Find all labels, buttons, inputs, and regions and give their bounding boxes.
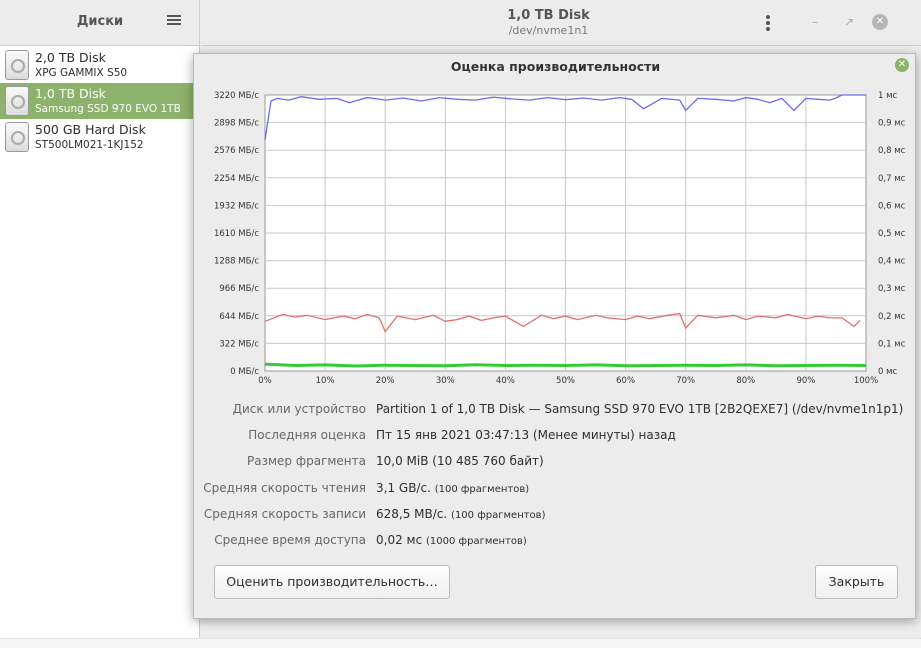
y-tick-label-left: 322 МБ/с [219, 339, 259, 349]
y-tick-label-right: 0,9 мс [878, 119, 906, 129]
info-label: Диск или устройство [232, 402, 366, 416]
minimize-button[interactable]: – [807, 14, 823, 30]
start-benchmark-button[interactable]: Оценить производительность… [214, 565, 450, 599]
info-label: Средняя скорость чтения [203, 481, 366, 495]
x-tick-label: 60% [616, 376, 635, 386]
window-close-button[interactable]: ✕ [872, 14, 888, 30]
sample-size-value: 10,0 MiB (10 485 760 байт) [376, 454, 544, 468]
hard-disk-icon [5, 50, 29, 80]
sidebar-header: Диски [0, 0, 199, 46]
disk-title: 1,0 TB Disk [507, 8, 590, 23]
info-label: Размер фрагмента [247, 454, 366, 468]
x-tick-label: 100% [854, 376, 878, 386]
y-tick-label-right: 0,4 мс [878, 257, 906, 267]
disk-item-selected[interactable]: 1,0 TB Disk Samsung SSD 970 EVO 1TB [0, 83, 200, 119]
y-tick-label-right: 0,5 мс [878, 229, 906, 239]
access-time-value: 0,02 мс [376, 533, 423, 547]
info-value: 3,1 GB/с. (100 фрагментов) [376, 481, 529, 495]
write-rate-samples: (100 фрагментов) [451, 510, 546, 521]
disk-name: 2,0 TB Disk [35, 50, 106, 65]
y-tick-label-right: 0,1 мс [878, 339, 906, 349]
y-tick-label-left: 966 МБ/с [219, 284, 259, 294]
y-tick-label-left: 0 МБ/с [230, 367, 259, 377]
device-path: /dev/nvme1n1 [508, 24, 589, 37]
disk-name: 500 GB Hard Disk [35, 122, 146, 137]
disk-model: ST500LM021-1KJ152 [35, 139, 144, 151]
y-tick-label-right: 0 мс [878, 367, 898, 377]
dialog-title: Оценка производительности [450, 59, 661, 74]
dialog-close-icon[interactable]: ✕ [895, 58, 909, 72]
x-tick-label: 30% [436, 376, 455, 386]
x-tick-label: 0% [258, 376, 272, 386]
x-tick-label: 90% [796, 376, 815, 386]
read-rate-value: 3,1 GB/с. [376, 481, 431, 495]
main-header: 1,0 TB Disk /dev/nvme1n1 – ↗ ✕ [201, 0, 921, 46]
maximize-button[interactable]: ↗ [841, 14, 857, 30]
y-tick-label-right: 0,7 мс [878, 174, 906, 184]
y-tick-label-right: 0,8 мс [878, 146, 906, 156]
y-tick-label-right: 1 мс [878, 91, 898, 101]
y-tick-label-left: 644 МБ/с [219, 312, 259, 322]
device-value: Partition 1 of 1,0 TB Disk — Samsung SSD… [376, 402, 904, 416]
bottom-strip [0, 638, 921, 648]
y-tick-label-right: 0,2 мс [878, 312, 906, 322]
sidebar: Диски 2,0 TB Disk XPG GAMMIX S50 1,0 TB … [0, 0, 200, 648]
y-tick-label-left: 1610 МБ/с [214, 229, 259, 239]
close-button[interactable]: Закрыть [815, 565, 898, 599]
info-label: Средняя скорость записи [203, 507, 366, 521]
benchmark-chart: 3220 МБ/с 2898 МБ/с 2576 МБ/с 2254 МБ/с 1932… [214, 91, 906, 386]
x-tick-label: 40% [496, 376, 515, 386]
info-value: 628,5 MB/с. (100 фрагментов) [376, 507, 545, 521]
disk-model: Samsung SSD 970 EVO 1TB [35, 103, 181, 115]
read-rate-samples: (100 фрагментов) [434, 484, 530, 495]
info-value: Partition 1 of 1,0 TB Disk — Samsung SSD… [376, 402, 903, 416]
y-tick-label-right: 0,3 мс [878, 284, 906, 294]
y-tick-label-left: 2254 МБ/с [214, 174, 259, 184]
x-tick-label: 80% [736, 376, 755, 386]
hard-disk-icon [5, 122, 29, 152]
info-value: Пт 15 янв 2021 03:47:13 (Менее минуты) н… [376, 428, 676, 442]
info-label: Среднее время доступа [214, 533, 366, 547]
disk-model: XPG GAMMIX S50 [35, 67, 128, 79]
disk-item[interactable]: 2,0 TB Disk XPG GAMMIX S50 [0, 47, 200, 83]
write-rate-value: 628,5 MB/с. [376, 507, 448, 521]
x-tick-label: 20% [376, 376, 395, 386]
y-tick-label-left: 3220 МБ/с [214, 91, 259, 101]
more-options-icon[interactable] [766, 14, 772, 32]
y-tick-label-left: 1932 МБ/с [214, 201, 259, 211]
benchmark-dialog: Оценка производительности ✕ 3220 МБ/с 289… [193, 53, 916, 619]
disk-item[interactable]: 500 GB Hard Disk ST500LM021-1KJ152 [0, 119, 200, 155]
y-tick-label-left: 2898 МБ/с [214, 119, 259, 129]
y-tick-label-right: 0,6 мс [878, 201, 906, 211]
hard-disk-icon [5, 86, 29, 116]
info-value: 0,02 мс (1000 фрагментов) [376, 533, 527, 547]
y-tick-label-left: 2576 МБ/с [214, 146, 259, 156]
info-label: Последняя оценка [248, 428, 366, 442]
x-tick-label: 10% [316, 376, 335, 386]
info-value: 10,0 MiB (10 485 760 байт) [376, 454, 544, 468]
disk-name: 1,0 TB Disk [35, 86, 106, 101]
x-tick-label: 70% [676, 376, 695, 386]
access-time-samples: (1000 фрагментов) [426, 536, 527, 547]
hamburger-menu-icon[interactable] [167, 13, 181, 27]
last-benchmark-value: Пт 15 янв 2021 03:47:13 (Менее минуты) н… [376, 428, 676, 442]
x-tick-label: 50% [556, 376, 575, 386]
y-tick-label-left: 1288 МБ/с [214, 257, 259, 267]
